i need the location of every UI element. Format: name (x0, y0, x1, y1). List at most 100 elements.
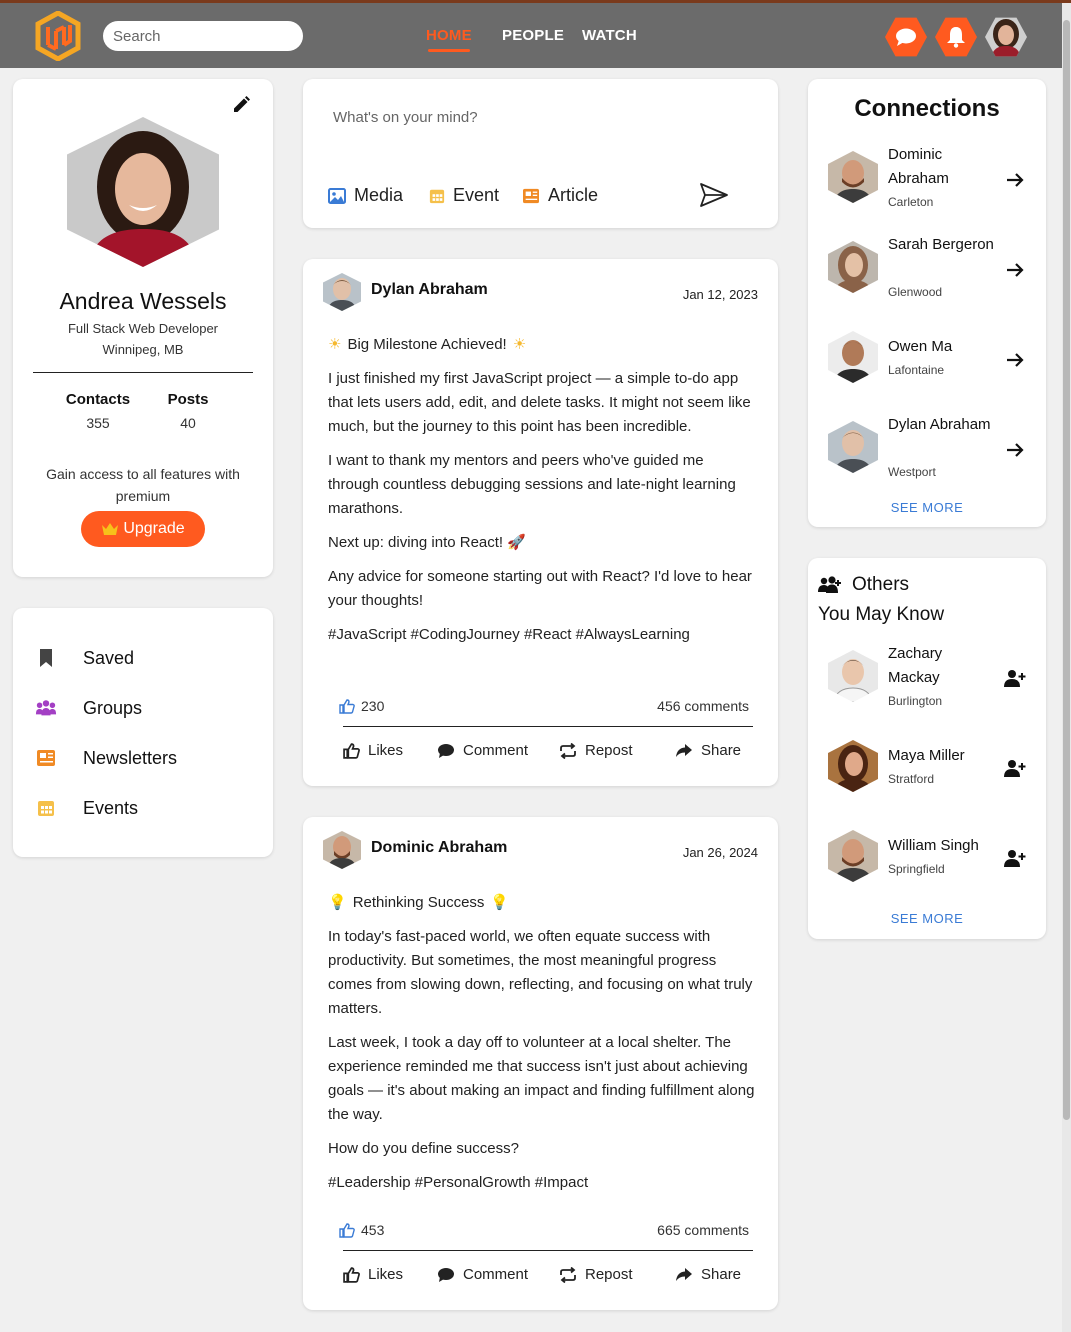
user-avatar[interactable] (985, 16, 1027, 58)
repost-action-label: Repost (585, 1266, 633, 1283)
suggestion-city: Stratford (888, 772, 935, 786)
connection-avatar (828, 331, 878, 383)
suggestions-title-line2: You May Know (818, 604, 945, 625)
likes-value: 453 (361, 1222, 385, 1238)
post-card: Dylan Abraham Jan 12, 2023 ☀ Big Milesto… (303, 259, 778, 786)
post-author-name[interactable]: Dylan Abraham (371, 281, 488, 299)
add-user-icon[interactable] (1004, 668, 1026, 690)
suggestions-see-more-link[interactable]: SEE MORE (808, 911, 1046, 926)
side-menu: Saved Groups Newsletters Events (13, 608, 273, 857)
lightbulb-icon: 💡 (328, 894, 347, 911)
connection-item[interactable]: Dylan Abraham Westport (828, 415, 1038, 485)
lightbulb-icon: 💡 (490, 894, 510, 911)
share-button[interactable]: Share (675, 1266, 741, 1283)
post-paragraph: How do you define success? (328, 1140, 519, 1157)
connection-item[interactable]: Owen Ma Lafontaine (828, 325, 1038, 395)
event-label: Event (453, 185, 500, 205)
profile-card: Andrea Wessels Full Stack Web Developer … (13, 79, 273, 577)
like-button[interactable]: Likes (343, 1266, 437, 1283)
messages-button[interactable] (885, 17, 927, 57)
repost-button[interactable]: Repost (559, 1266, 675, 1283)
comment-icon (438, 1267, 454, 1282)
add-user-icon[interactable] (1004, 848, 1026, 870)
menu-item-newsletters[interactable]: Newsletters (35, 743, 177, 773)
upgrade-label: Upgrade (123, 520, 185, 537)
connection-name: Sarah Bergeron (888, 236, 994, 253)
arrow-right-icon[interactable] (1004, 259, 1026, 281)
repost-button[interactable]: Repost (559, 742, 675, 759)
arrow-right-icon[interactable] (1004, 349, 1026, 371)
comments-count[interactable]: 456 comments (657, 698, 749, 714)
like-button[interactable]: Likes (343, 742, 437, 759)
posts-value[interactable]: 40 (148, 415, 228, 431)
menu-item-groups[interactable]: Groups (35, 693, 142, 723)
connections-see-more-link[interactable]: SEE MORE (808, 500, 1046, 515)
crown-icon (102, 523, 119, 535)
chat-bubble-icon (896, 28, 916, 46)
post-hashtags[interactable]: #Leadership #PersonalGrowth #Impact (328, 1171, 758, 1195)
connection-item[interactable]: Dominic Abraham Carleton (828, 145, 1038, 215)
suggestion-item[interactable]: William Singh Springfield (828, 824, 1038, 894)
add-user-icon[interactable] (1004, 758, 1026, 780)
arrow-right-icon[interactable] (1004, 169, 1026, 191)
suggestion-city: Burlington (888, 694, 943, 708)
share-button[interactable]: Share (675, 742, 741, 759)
suggestion-item[interactable]: Zachary Mackay Burlington (828, 644, 1038, 714)
thumbs-up-icon (339, 698, 355, 714)
nav-watch[interactable]: WATCH (582, 27, 637, 44)
post-author-name[interactable]: Dominic Abraham (371, 839, 507, 857)
event-button[interactable]: Event (429, 185, 499, 206)
post-paragraph: I just finished my first JavaScript proj… (328, 370, 751, 435)
article-button[interactable]: Article (522, 185, 598, 206)
notifications-button[interactable] (935, 17, 977, 57)
nav-home[interactable]: HOME (426, 27, 472, 44)
post-paragraph: Last week, I took a day off to volunteer… (328, 1034, 755, 1123)
comment-button[interactable]: Comment (437, 742, 559, 759)
post-actions: Likes Comment Repost Share (343, 742, 763, 759)
newspaper-icon (523, 188, 539, 203)
composer-input[interactable]: What's on your mind? (333, 109, 478, 126)
groups-icon (35, 697, 57, 719)
connections-title: Connections (854, 95, 1000, 122)
menu-item-events[interactable]: Events (35, 793, 138, 823)
post-author-avatar[interactable] (323, 831, 361, 869)
menu-label-newsletters: Newsletters (83, 747, 178, 768)
suggestions-card: Others You May Know Zachary Mackay Burli… (808, 558, 1046, 939)
newspaper-icon (35, 747, 57, 769)
post-headline: ☀ Big Milestone Achieved! ☀ (328, 333, 758, 357)
likes-value: 230 (361, 698, 385, 714)
menu-item-saved[interactable]: Saved (35, 643, 134, 673)
app-logo[interactable] (34, 11, 82, 61)
comments-count[interactable]: 665 comments (657, 1222, 749, 1238)
media-label: Media (354, 185, 404, 205)
scrollbar-thumb[interactable] (1063, 20, 1070, 1120)
send-icon[interactable] (699, 182, 729, 208)
profile-title: Full Stack Web Developer (67, 321, 219, 336)
post-hashtags[interactable]: #JavaScript #CodingJourney #React #Alway… (328, 623, 758, 647)
profile-location: Winnipeg, MB (102, 342, 184, 357)
share-icon (676, 744, 692, 757)
likes-count[interactable]: 230 (339, 698, 384, 714)
connection-city: Westport (888, 465, 936, 479)
media-button[interactable]: Media (328, 185, 403, 206)
comment-button[interactable]: Comment (437, 1266, 559, 1283)
nav-people[interactable]: PEOPLE (502, 27, 564, 44)
suggestion-item[interactable]: Maya Miller Stratford (828, 734, 1038, 804)
thumbs-up-icon (343, 1266, 360, 1283)
share-action-label: Share (701, 1266, 742, 1283)
pencil-icon[interactable] (231, 95, 251, 115)
connection-item[interactable]: Sarah Bergeron Glenwood (828, 235, 1038, 305)
search-input[interactable] (103, 21, 303, 51)
arrow-right-icon[interactable] (1004, 439, 1026, 461)
post-headline-text: Rethinking Success (352, 894, 485, 911)
post-paragraph: Next up: diving into React! 🚀 (328, 534, 526, 551)
likes-count[interactable]: 453 (339, 1222, 384, 1238)
nav-active-indicator (428, 49, 470, 52)
post-author-avatar[interactable] (323, 273, 361, 311)
connection-name: Dominic Abraham (888, 146, 949, 187)
post-actions: Likes Comment Repost Share (343, 1266, 763, 1283)
contacts-value[interactable]: 355 (58, 415, 138, 431)
image-icon (328, 187, 346, 204)
upgrade-button[interactable]: Upgrade (81, 511, 205, 547)
comment-action-label: Comment (463, 1266, 529, 1283)
